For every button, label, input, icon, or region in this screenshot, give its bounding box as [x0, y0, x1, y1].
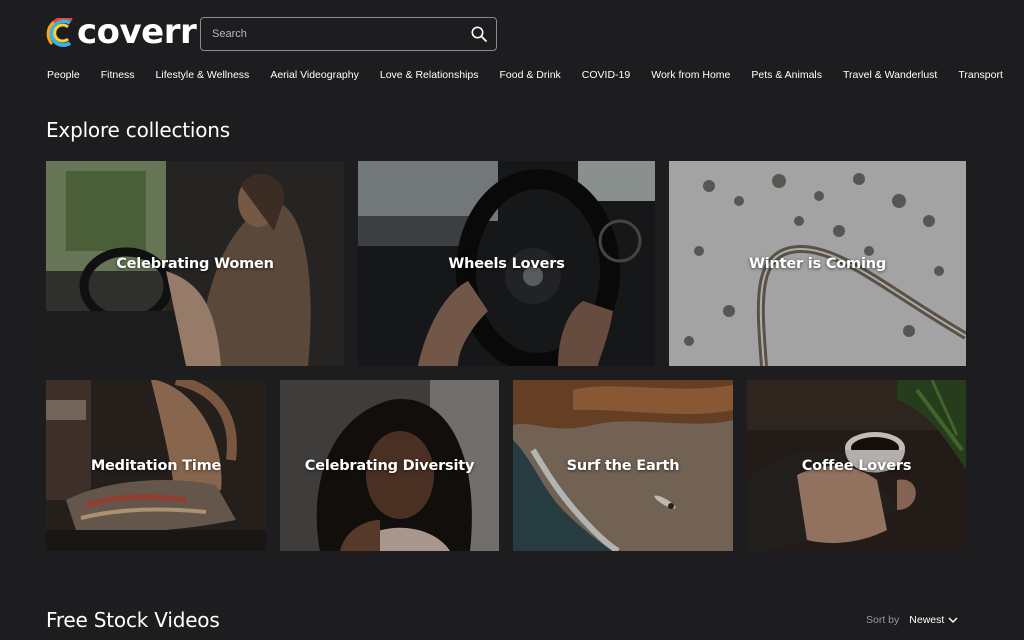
- sort-dropdown[interactable]: Newest: [909, 614, 958, 626]
- search-icon: [471, 26, 487, 42]
- category-people[interactable]: People: [47, 66, 80, 84]
- search-input[interactable]: [201, 18, 462, 50]
- collection-label: Celebrating Women: [116, 255, 274, 272]
- free-stock-videos-heading: Free Stock Videos: [46, 608, 220, 632]
- sort-label: Sort by: [866, 614, 900, 626]
- collection-label: Celebrating Diversity: [304, 457, 475, 474]
- collection-card-celebrating-women[interactable]: Celebrating Women: [46, 161, 344, 366]
- category-pets-animals[interactable]: Pets & Animals: [751, 66, 822, 84]
- explore-collections-heading: Explore collections: [46, 118, 230, 142]
- collection-card-surf-the-earth[interactable]: Surf the Earth: [513, 380, 733, 551]
- category-transport[interactable]: Transport: [958, 66, 1003, 84]
- logo-wordmark: coverr: [77, 12, 197, 52]
- category-work-from-home[interactable]: Work from Home: [651, 66, 730, 84]
- category-fitness[interactable]: Fitness: [101, 66, 135, 84]
- collection-label: Coffee Lovers: [801, 457, 912, 474]
- category-food-drink[interactable]: Food & Drink: [500, 66, 561, 84]
- collection-label: Meditation Time: [90, 457, 222, 474]
- category-love-relationships[interactable]: Love & Relationships: [380, 66, 479, 84]
- sort-value: Newest: [909, 614, 945, 626]
- category-nav: People Fitness Lifestyle & Wellness Aeri…: [47, 66, 1024, 84]
- collection-card-coffee-lovers[interactable]: Coffee Lovers: [747, 380, 966, 551]
- search-button[interactable]: [462, 18, 496, 50]
- category-lifestyle-wellness[interactable]: Lifestyle & Wellness: [156, 66, 250, 84]
- coverr-logo[interactable]: coverr: [46, 12, 197, 52]
- coverr-logo-icon: [46, 18, 73, 47]
- collection-label: Wheels Lovers: [448, 255, 565, 272]
- sort-control: Sort by Newest: [866, 612, 958, 628]
- collection-card-meditation-time[interactable]: Meditation Time: [46, 380, 266, 551]
- collection-label: Surf the Earth: [566, 457, 680, 474]
- category-covid-19[interactable]: COVID-19: [582, 66, 630, 84]
- search-box: [200, 17, 497, 51]
- collection-card-winter-is-coming[interactable]: Winter is Coming: [669, 161, 966, 366]
- category-travel-wanderlust[interactable]: Travel & Wanderlust: [843, 66, 937, 84]
- collection-card-celebrating-diversity[interactable]: Celebrating Diversity: [280, 380, 499, 551]
- chevron-down-icon: [948, 617, 958, 624]
- collection-label: Winter is Coming: [748, 255, 887, 272]
- site-header: coverr: [0, 0, 1024, 62]
- collection-card-wheels-lovers[interactable]: Wheels Lovers: [358, 161, 655, 366]
- category-aerial-videography[interactable]: Aerial Videography: [270, 66, 359, 84]
